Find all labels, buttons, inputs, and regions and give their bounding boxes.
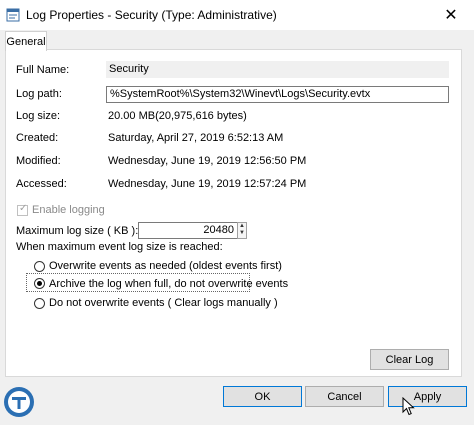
- created-label: Created:: [16, 132, 59, 144]
- cancel-label: Cancel: [327, 390, 362, 403]
- modified-value: Wednesday, June 19, 2019 12:56:50 PM: [108, 155, 307, 167]
- enable-logging-label: Enable logging: [32, 204, 105, 216]
- tab-general[interactable]: General: [5, 31, 47, 51]
- spin-up-icon[interactable]: ▲: [238, 223, 246, 230]
- enable-logging-checkbox[interactable]: ✓: [17, 203, 28, 216]
- full-name-value: Security: [106, 61, 449, 78]
- checkmark-icon: ✓: [19, 203, 28, 214]
- log-path-label: Log path:: [16, 88, 62, 100]
- title-bar[interactable]: Log Properties - Security (Type: Adminis…: [0, 0, 474, 30]
- max-log-size-label: Maximum log size ( KB ):: [16, 225, 139, 237]
- accessed-value: Wednesday, June 19, 2019 12:57:24 PM: [108, 178, 307, 190]
- close-button[interactable]: ✕: [428, 0, 474, 30]
- windows-club-logo: [4, 387, 34, 417]
- log-path-field[interactable]: %SystemRoot%\System32\Winevt\Logs\Securi…: [106, 86, 449, 103]
- overwrite-as-needed-radio[interactable]: [34, 261, 45, 272]
- overwrite-as-needed-label[interactable]: Overwrite events as needed (oldest event…: [49, 260, 282, 272]
- ok-button[interactable]: OK: [223, 386, 302, 407]
- modified-label: Modified:: [16, 155, 61, 167]
- log-size-value: 20.00 MB(20,975,616 bytes): [108, 110, 247, 122]
- max-log-size-stepper[interactable]: ▲ ▼: [237, 222, 247, 239]
- accessed-label: Accessed:: [16, 178, 67, 190]
- mouse-cursor-icon: [402, 397, 415, 416]
- clear-log-button[interactable]: Clear Log: [370, 349, 449, 370]
- archive-log-radio[interactable]: [34, 278, 45, 289]
- archive-log-label[interactable]: Archive the log when full, do not overwr…: [49, 278, 288, 290]
- log-properties-icon: [6, 8, 20, 22]
- window-title: Log Properties - Security (Type: Adminis…: [26, 8, 277, 22]
- cancel-button[interactable]: Cancel: [305, 386, 384, 407]
- log-size-label: Log size:: [16, 110, 61, 122]
- apply-label: Apply: [413, 390, 442, 403]
- ok-label: OK: [254, 390, 271, 403]
- max-log-size-input[interactable]: 20480: [138, 222, 238, 239]
- do-not-overwrite-radio[interactable]: [34, 298, 45, 309]
- close-icon: ✕: [444, 7, 458, 24]
- tab-general-label: General: [6, 35, 46, 48]
- spin-down-icon[interactable]: ▼: [238, 230, 246, 237]
- clear-log-label: Clear Log: [385, 353, 434, 366]
- full-name-label: Full Name:: [16, 64, 70, 76]
- when-reached-label: When maximum event log size is reached:: [16, 241, 223, 253]
- apply-button[interactable]: Apply: [388, 386, 467, 407]
- created-value: Saturday, April 27, 2019 6:52:13 AM: [108, 132, 284, 144]
- log-properties-window: Log Properties - Security (Type: Adminis…: [0, 0, 474, 425]
- do-not-overwrite-label[interactable]: Do not overwrite events ( Clear logs man…: [49, 297, 278, 309]
